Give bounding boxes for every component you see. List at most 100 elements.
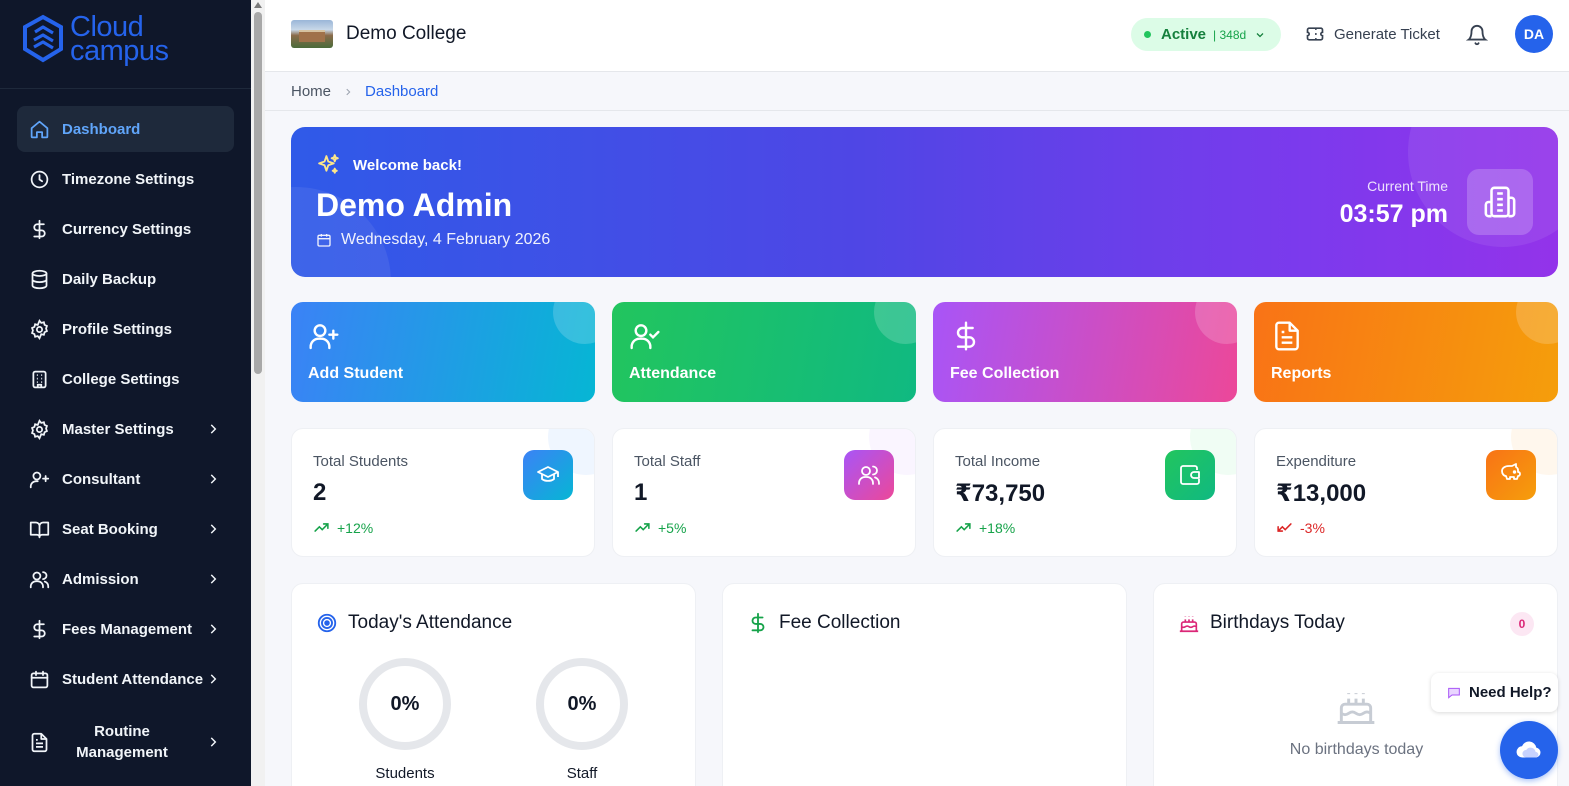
chat-launcher-button[interactable]	[1500, 721, 1558, 779]
sidebar-item-label: Admission	[62, 570, 139, 588]
todays-attendance-panel: Today's Attendance 0% 0% Students Staff	[291, 583, 696, 786]
breadcrumb: Home Dashboard	[291, 83, 438, 100]
sidebar-item-profile-settings[interactable]: Profile Settings	[17, 306, 234, 352]
status-label: Active	[1161, 26, 1207, 43]
bell-icon[interactable]	[1466, 24, 1488, 46]
birthday-count-badge: 0	[1510, 612, 1534, 636]
cloud-icon	[1516, 741, 1541, 758]
quick-action-label: Attendance	[629, 365, 717, 382]
fee-collection-button[interactable]: Fee Collection	[933, 302, 1237, 402]
sidebar-divider	[0, 88, 251, 89]
sidebar-item-daily-backup[interactable]: Daily Backup	[17, 256, 234, 302]
quick-action-label: Fee Collection	[950, 365, 1060, 382]
stat-trend: +12%	[313, 519, 373, 536]
welcome-greeting-text: Welcome back!	[353, 157, 462, 174]
sidebar-item-label: Student Attendance	[62, 670, 204, 688]
sidebar-item-master-settings[interactable]: Master Settings	[17, 406, 234, 452]
panel-title-text: Birthdays Today	[1210, 612, 1345, 633]
scroll-thumb[interactable]	[254, 12, 262, 374]
college-thumbnail	[291, 20, 333, 48]
users-icon	[29, 570, 50, 588]
clock-icon	[30, 170, 49, 188]
chevron-down-icon	[1256, 32, 1264, 37]
need-help-button[interactable]: Need Help?	[1431, 673, 1558, 712]
welcome-greeting: Welcome back!	[316, 153, 462, 178]
panel-title-text: Fee Collection	[779, 612, 901, 633]
staff-attendance-ring: 0%	[536, 658, 628, 750]
breadcrumb-home[interactable]: Home	[291, 83, 331, 100]
stat-value: 2	[313, 479, 327, 506]
status-days: | 348d	[1213, 27, 1247, 42]
sidebar-item-label: Master Settings	[62, 420, 174, 438]
panel-title: Today's Attendance	[316, 612, 512, 634]
sidebar-item-label: Currency Settings	[62, 220, 192, 238]
current-time-label: Current Time	[1367, 178, 1448, 194]
add-student-button[interactable]: Add Student	[291, 302, 595, 402]
dollar-icon	[956, 321, 976, 351]
fee-collection-panel: Fee Collection	[722, 583, 1127, 786]
building-icon	[1484, 186, 1516, 218]
sidebar-item-routine-management[interactable]: Routine Management	[17, 710, 234, 774]
gear-icon	[30, 418, 49, 440]
stat-value: ₹73,750	[955, 480, 1046, 507]
card-decoration	[1195, 302, 1237, 344]
breadcrumb-divider	[265, 110, 1569, 111]
current-time: 03:57 pm	[1339, 200, 1448, 228]
generate-ticket-button[interactable]: Generate Ticket	[1305, 24, 1440, 44]
sidebar-item-dashboard[interactable]: Dashboard	[17, 106, 234, 152]
trending-up-icon	[635, 523, 650, 532]
panel-title: Birthdays Today	[1178, 612, 1345, 634]
stat-value: 1	[634, 479, 648, 506]
graduation-cap-icon	[537, 466, 559, 482]
panel-title-text: Today's Attendance	[348, 612, 513, 633]
logo-text: Cloud campus	[70, 11, 169, 67]
current-date: Wednesday, 4 February 2026	[316, 231, 550, 249]
students-attendance-label: Students	[375, 765, 435, 782]
sidebar-item-currency-settings[interactable]: Currency Settings	[17, 206, 234, 252]
chevron-right-icon	[210, 474, 217, 484]
sidebar-item-fees-management[interactable]: Fees Management	[17, 606, 234, 652]
stat-icon-badge	[844, 450, 894, 500]
sidebar-item-consultant[interactable]: Consultant	[17, 456, 234, 502]
sidebar-item-college-settings[interactable]: College Settings	[17, 356, 234, 402]
avatar[interactable]: DA	[1515, 15, 1553, 53]
students-attendance-ring: 0%	[359, 658, 451, 750]
building-badge	[1467, 169, 1533, 235]
staff-attendance-label: Staff	[566, 765, 598, 782]
piggy-bank-icon	[1501, 463, 1521, 480]
status-badge[interactable]: Active | 348d	[1131, 18, 1281, 51]
dollar-icon	[33, 219, 46, 239]
sidebar-scrollbar[interactable]	[251, 0, 265, 786]
file-text-icon	[1275, 321, 1299, 351]
stat-label: Expenditure	[1276, 453, 1357, 470]
stat-trend: -3%	[1276, 519, 1325, 536]
sidebar-item-student-attendance[interactable]: Student Attendance	[17, 656, 234, 702]
cloudcampus-logo[interactable]: Cloud campus	[20, 11, 169, 67]
sidebar: Cloud campus Dashboard Timezone Settings…	[0, 0, 251, 786]
current-date-text: Wednesday, 4 February 2026	[341, 231, 551, 248]
chevron-right-icon	[210, 737, 217, 747]
logo-mark-icon	[23, 14, 63, 63]
trending-down-icon	[1277, 523, 1292, 532]
quick-action-label: Reports	[1271, 365, 1332, 382]
top-header: Demo College Active | 348d Generate Tick…	[265, 0, 1569, 72]
stat-trend-value: +5%	[658, 519, 687, 536]
chat-bubble-icon	[1448, 687, 1460, 699]
sidebar-item-seat-booking[interactable]: Seat Booking	[17, 506, 234, 552]
card-decoration	[553, 302, 595, 344]
sidebar-item-timezone-settings[interactable]: Timezone Settings	[17, 156, 234, 202]
sidebar-item-admission[interactable]: Admission	[17, 556, 234, 602]
sidebar-item-label: Consultant	[62, 470, 141, 488]
building-icon	[32, 370, 47, 388]
scroll-up-arrow-icon[interactable]	[254, 2, 262, 8]
reports-button[interactable]: Reports	[1254, 302, 1558, 402]
quick-action-label: Add Student	[308, 365, 404, 382]
stat-trend: +5%	[634, 519, 686, 536]
stat-label: Total Students	[313, 453, 409, 470]
cake-icon	[1337, 693, 1375, 724]
panel-title: Fee Collection	[747, 612, 900, 634]
wallet-icon	[1180, 465, 1200, 485]
attendance-button[interactable]: Attendance	[612, 302, 916, 402]
stat-trend-value: +18%	[979, 519, 1016, 536]
chevron-right-icon	[210, 574, 217, 584]
